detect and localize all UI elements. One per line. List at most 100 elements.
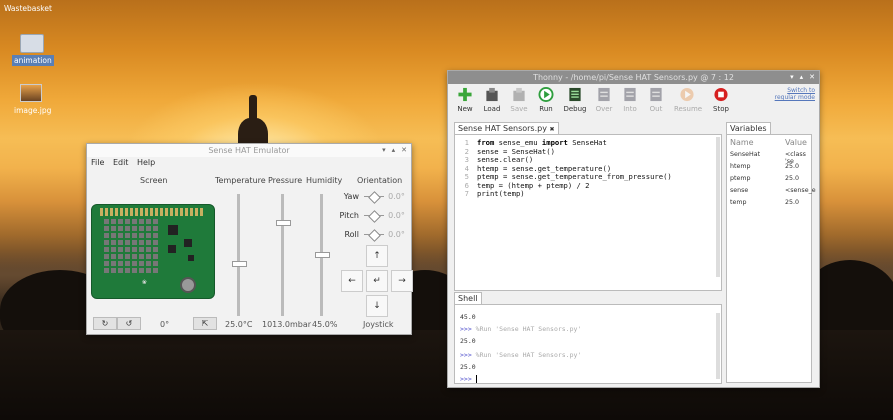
- menu-edit[interactable]: Edit: [113, 158, 129, 167]
- close-icon[interactable]: ✕: [401, 146, 407, 154]
- step-over-button[interactable]: Over: [591, 87, 617, 113]
- stop-icon: [714, 87, 728, 102]
- debug-button[interactable]: Debug: [562, 87, 588, 113]
- run-button[interactable]: Run: [533, 87, 559, 113]
- stop-button[interactable]: Stop: [708, 87, 734, 113]
- menu-file[interactable]: File: [91, 158, 104, 167]
- shell-run-command: %Run 'Sense HAT Sensors.py': [475, 325, 582, 333]
- humidity-value: 45.0%: [312, 320, 338, 329]
- rotate-right-button[interactable]: ↺: [117, 317, 141, 330]
- step-out-label: Out: [649, 105, 663, 113]
- load-button[interactable]: Load: [479, 87, 505, 113]
- close-icon[interactable]: ✕: [809, 73, 815, 81]
- step-over-icon: [598, 87, 610, 102]
- thonny-title: Thonny - /home/pi/Sense HAT Sensors.py @…: [533, 73, 734, 82]
- roll-slider[interactable]: [363, 229, 384, 242]
- sensor-chip: [184, 239, 192, 247]
- tab-close-icon[interactable]: ✖: [550, 126, 555, 133]
- variable-value: 25.0: [785, 163, 800, 170]
- step-into-button[interactable]: Into: [617, 87, 643, 113]
- pressure-slider-thumb[interactable]: [276, 220, 291, 226]
- sense-hat-emulator-window: Sense HAT Emulator ▾ ▴ ✕ File Edit Help Sc…: [86, 143, 413, 335]
- yaw-slider[interactable]: [363, 191, 384, 204]
- debug-icon: [569, 87, 581, 102]
- pitch-slider[interactable]: [363, 210, 384, 223]
- temperature-slider-thumb[interactable]: [232, 261, 247, 267]
- yaw-control[interactable]: Yaw 0.0°: [339, 191, 405, 204]
- joystick-right-button[interactable]: →: [391, 270, 413, 292]
- maximize-icon[interactable]: ▴: [392, 146, 396, 154]
- shell-scrollbar[interactable]: [716, 313, 720, 379]
- step-over-label: Over: [595, 105, 613, 113]
- shell-prompt: >>>: [460, 351, 472, 359]
- code-area[interactable]: from sense_emu import SenseHat sense = Se…: [477, 135, 672, 199]
- shell-output-line: 25.0: [460, 363, 476, 371]
- run-icon: [538, 87, 554, 102]
- pressure-heading: Pressure: [268, 176, 303, 185]
- image-file-desktop-icon[interactable]: image.jpg: [12, 84, 51, 116]
- yaw-slider-knob[interactable]: [367, 191, 381, 204]
- resume-button[interactable]: Resume: [674, 87, 702, 113]
- humidity-slider[interactable]: [315, 194, 330, 316]
- variables-name-header: Name: [730, 138, 754, 147]
- editor-tabbar: Sense HAT Sensors.py ✖: [454, 122, 559, 135]
- variable-name: htemp: [730, 163, 751, 170]
- joystick-up-button[interactable]: ↑: [366, 245, 388, 267]
- pitch-control[interactable]: Pitch 0.0°: [339, 210, 405, 223]
- step-out-button[interactable]: Out: [643, 87, 669, 113]
- thonny-window: Thonny - /home/pi/Sense HAT Sensors.py @…: [447, 70, 820, 388]
- code-editor[interactable]: 1234567 from sense_emu import SenseHat se…: [454, 134, 722, 291]
- animation-folder-desktop-icon[interactable]: animation: [12, 34, 54, 66]
- export-button[interactable]: ⇱: [193, 317, 217, 330]
- humidity-slider-thumb[interactable]: [315, 252, 330, 258]
- tab-shell[interactable]: Shell: [454, 292, 482, 304]
- minimize-icon[interactable]: ▾: [790, 73, 794, 81]
- gpio-header: [100, 208, 204, 216]
- save-button[interactable]: Save: [506, 87, 532, 113]
- maximize-icon[interactable]: ▴: [800, 73, 804, 81]
- load-label: Load: [483, 105, 501, 113]
- menu-help[interactable]: Help: [137, 158, 155, 167]
- roll-control[interactable]: Roll 0.0°: [339, 229, 405, 242]
- variables-value-header: Value: [785, 138, 807, 147]
- emulator-titlebar[interactable]: Sense HAT Emulator ▾ ▴ ✕: [87, 144, 411, 157]
- sensor-chip: [168, 225, 178, 235]
- shell-panel[interactable]: 45.0 >>> %Run 'Sense HAT Sensors.py' 25.…: [454, 304, 722, 384]
- pitch-slider-knob[interactable]: [367, 210, 381, 223]
- variable-value: <sense_e: [785, 187, 816, 194]
- sensor-chip: [168, 245, 176, 253]
- rotation-value: 0°: [160, 320, 170, 329]
- minimize-icon[interactable]: ▾: [382, 146, 386, 154]
- variable-name: ptemp: [730, 175, 751, 182]
- shell-command-line: >>> %Run 'Sense HAT Sensors.py': [460, 351, 581, 359]
- board-joystick: [180, 277, 196, 293]
- new-button[interactable]: New: [452, 87, 478, 113]
- run-label: Run: [539, 105, 553, 113]
- line-number: 7: [464, 189, 469, 198]
- variable-name: SenseHat: [730, 151, 761, 158]
- image-thumbnail-icon: [20, 84, 42, 102]
- shell-input-line[interactable]: >>> ​: [460, 375, 477, 383]
- thonny-titlebar[interactable]: Thonny - /home/pi/Sense HAT Sensors.py @…: [448, 71, 819, 84]
- humidity-heading: Humidity: [306, 176, 343, 185]
- editor-scrollbar[interactable]: [716, 137, 720, 277]
- joystick-down-button[interactable]: ↓: [366, 295, 388, 317]
- roll-label: Roll: [344, 230, 359, 239]
- temperature-slider[interactable]: [232, 194, 247, 316]
- joystick-enter-button[interactable]: ↵: [366, 270, 388, 292]
- variable-value: 25.0: [785, 175, 800, 182]
- sensor-chip: [188, 255, 194, 261]
- roll-slider-knob[interactable]: [367, 229, 381, 242]
- folder-icon: [20, 34, 44, 53]
- wastebasket-desktop-icon[interactable]: Wastebasket: [2, 3, 54, 14]
- joystick-left-button[interactable]: ←: [341, 270, 363, 292]
- new-icon: [458, 87, 472, 102]
- pressure-slider[interactable]: [276, 194, 291, 316]
- temperature-heading: Temperature: [215, 176, 266, 185]
- rotate-left-button[interactable]: ↻: [93, 317, 117, 330]
- orientation-heading: Orientation: [357, 176, 403, 185]
- save-icon: [513, 87, 525, 102]
- editor-tab-label: Sense HAT Sensors.py: [458, 124, 547, 133]
- tab-variables[interactable]: Variables: [726, 122, 771, 134]
- variable-name: sense: [730, 187, 749, 194]
